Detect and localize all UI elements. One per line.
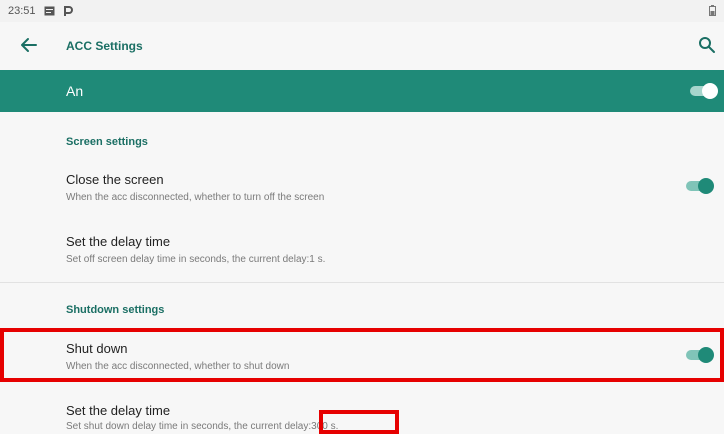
arrow-left-icon[interactable] [20,36,38,59]
toolbar: ACC Settings [0,22,724,70]
close-screen-toggle[interactable] [686,178,714,194]
master-switch-label: An [66,83,84,99]
pref-summary: Set off screen delay time in seconds, th… [66,254,326,265]
pref-close-screen[interactable]: Close the screen When the acc disconnect… [0,162,724,212]
master-switch-bar[interactable]: An [0,70,724,112]
notification-icon [44,6,55,16]
toggle-thumb [698,347,714,363]
section-header-shutdown: Shutdown settings [66,304,165,316]
status-bar: 23:51 [0,0,724,22]
pref-summary: When the acc disconnected, whether to tu… [66,192,325,203]
pref-shut-down[interactable]: Shut down When the acc disconnected, whe… [0,330,724,380]
shut-down-toggle[interactable] [686,347,714,363]
pref-title: Set the delay time [66,234,171,249]
section-divider [0,282,724,283]
status-time: 23:51 [8,5,36,17]
pref-shutdown-delay-time[interactable]: Set the delay time Set shut down delay t… [0,394,724,434]
section-header-screen: Screen settings [66,136,148,148]
toggle-thumb [702,83,718,99]
search-icon[interactable] [698,36,716,59]
pref-title: Set the delay time [66,403,171,418]
pref-screen-delay-time[interactable]: Set the delay time Set off screen delay … [0,224,724,272]
pref-summary: Set shut down delay time in seconds, the… [66,421,339,432]
battery-icon [709,5,716,19]
pref-title: Shut down [66,341,128,356]
toggle-thumb [698,178,714,194]
pref-title: Close the screen [66,172,164,187]
master-toggle[interactable] [690,83,718,99]
pref-summary: When the acc disconnected, whether to sh… [66,361,290,372]
page-title: ACC Settings [66,39,143,53]
parking-icon [63,5,73,17]
